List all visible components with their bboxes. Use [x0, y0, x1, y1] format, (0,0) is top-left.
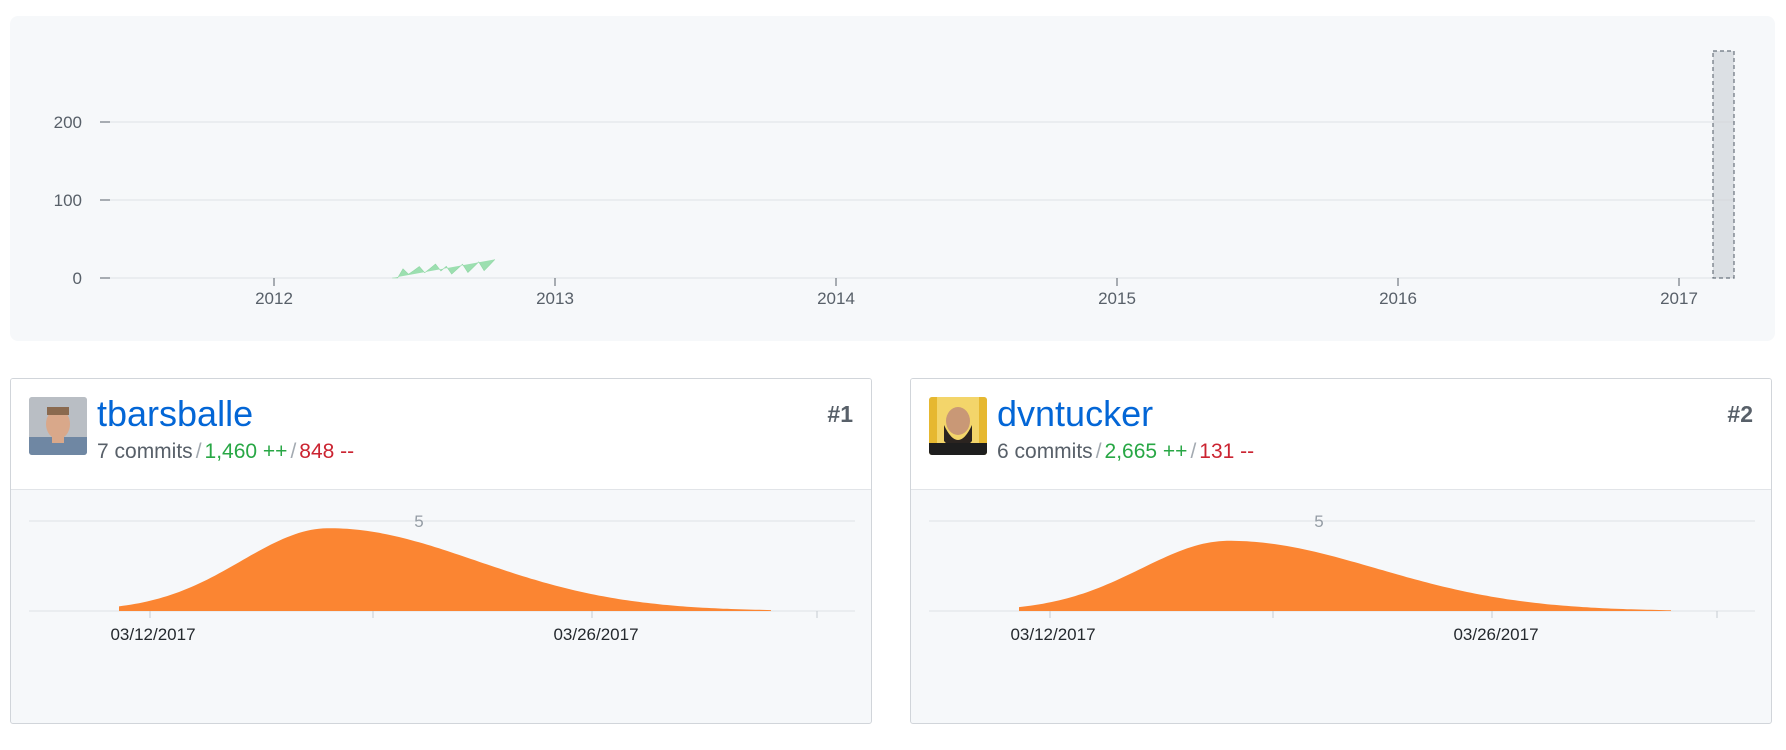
avatar[interactable] [929, 397, 987, 455]
contributor-card: tbarsballe 7 commits/1,460 ++/848 -- #1 … [10, 378, 872, 724]
x-tick-label: 2013 [536, 289, 574, 308]
y-tick-label: 100 [54, 191, 82, 210]
x-tick-label: 2017 [1660, 289, 1698, 308]
additions-count: 1,460 ++ [204, 440, 288, 463]
separator: / [1095, 440, 1102, 463]
commit-activity-overview[interactable]: 200 100 0 2012 2013 2014 2015 2016 2017 [10, 16, 1775, 341]
contributor-rank: #2 [1727, 401, 1753, 427]
contributor-commit-area [1019, 540, 1671, 611]
separator: / [290, 440, 297, 463]
contributor-username-link[interactable]: dvntucker [997, 394, 1153, 434]
y-tick-label: 5 [414, 512, 423, 531]
contributor-header: tbarsballe 7 commits/1,460 ++/848 -- #1 [11, 379, 871, 490]
contributor-header: dvntucker 6 commits/2,665 ++/131 -- #2 [911, 379, 1771, 490]
contributor-stats: 6 commits/2,665 ++/131 -- [997, 439, 1254, 465]
contributor-activity-chart: 5 03/12/2017 03/26/2017 [29, 512, 855, 644]
x-tick-label: 03/26/2017 [1453, 625, 1538, 644]
commit-count[interactable]: 6 commits [997, 440, 1093, 463]
commit-count[interactable]: 7 commits [97, 440, 193, 463]
x-tick-label: 2012 [255, 289, 293, 308]
contributor-activity-chart: 5 03/12/2017 03/26/2017 [929, 512, 1755, 644]
x-tick-label: 2016 [1379, 289, 1417, 308]
additions-count: 2,665 ++ [1104, 440, 1188, 463]
deletions-count: 848 -- [299, 440, 355, 463]
x-tick-label: 03/12/2017 [110, 625, 195, 644]
separator: / [195, 440, 202, 463]
x-tick-label: 03/12/2017 [1010, 625, 1095, 644]
commit-activity-area [392, 259, 496, 279]
y-tick-label: 200 [54, 113, 82, 132]
separator: / [1190, 440, 1197, 463]
x-tick-label: 2015 [1098, 289, 1136, 308]
contributor-username-link[interactable]: tbarsballe [97, 394, 253, 434]
contributor-card: dvntucker 6 commits/2,665 ++/131 -- #2 5… [910, 378, 1772, 724]
contributor-rank: #1 [827, 401, 853, 427]
contributor-commit-area [119, 528, 771, 611]
overview-chart[interactable]: 200 100 0 2012 2013 2014 2015 2016 2017 [10, 16, 1775, 341]
y-tick-label: 5 [1314, 512, 1323, 531]
avatar[interactable] [29, 397, 87, 455]
deletions-count: 131 -- [1199, 440, 1255, 463]
x-tick-label: 2014 [817, 289, 855, 308]
contributor-stats: 7 commits/1,460 ++/848 -- [97, 439, 354, 465]
date-range-brush[interactable] [1712, 50, 1735, 279]
y-tick-label: 0 [73, 269, 82, 288]
x-tick-label: 03/26/2017 [553, 625, 638, 644]
